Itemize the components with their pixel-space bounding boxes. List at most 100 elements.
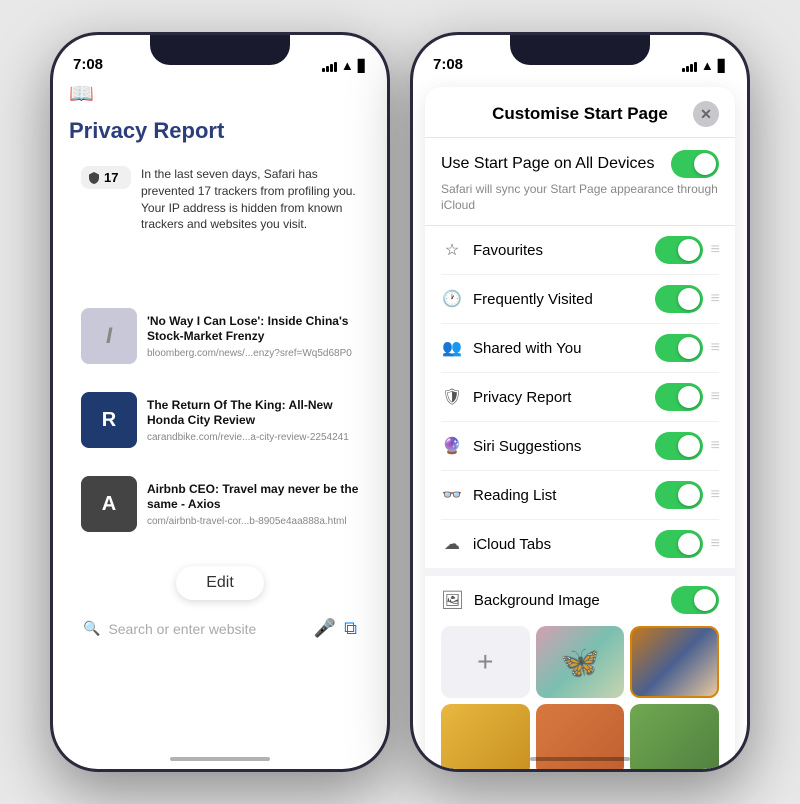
- drag-handle-reading: ≡: [711, 486, 719, 504]
- icloud-controls: ≡: [655, 530, 719, 558]
- wifi-icon: ▲: [341, 58, 354, 73]
- reading-list-label: Reading List: [473, 487, 645, 504]
- shared-label: Shared with You: [473, 340, 645, 357]
- customize-panel: Customise Start Page ✕ Use Start Page on…: [425, 87, 735, 769]
- sync-toggle[interactable]: [671, 150, 719, 178]
- reading-title-2: The Return Of The King: All-New Honda Ci…: [147, 398, 359, 429]
- drag-handle-privacy: ≡: [711, 388, 719, 406]
- sync-description: Safari will sync your Start Page appeara…: [441, 182, 719, 213]
- status-time-right: 7:08: [433, 56, 463, 73]
- left-screen: 7:08 ▲ ▊ 📖 Privacy Report: [53, 35, 387, 769]
- reading-toggle[interactable]: [655, 481, 703, 509]
- left-phone: 7:08 ▲ ▊ 📖 Privacy Report: [50, 32, 390, 772]
- siri-label: Siri Suggestions: [473, 438, 645, 455]
- reading-info-1: 'No Way I Can Lose': Inside China's Stoc…: [147, 314, 359, 359]
- drag-handle-icloud: ≡: [711, 535, 719, 553]
- sync-toggle-row: Use Start Page on All Devices: [441, 150, 719, 178]
- book-icon-container: 📖: [53, 79, 387, 110]
- privacy-label: Privacy Report: [473, 389, 645, 406]
- image-grid: +: [441, 626, 719, 769]
- home-indicator-right: [530, 757, 630, 761]
- face-image-cell[interactable]: [630, 626, 719, 698]
- shared-toggle[interactable]: [655, 334, 703, 362]
- privacy-toggle[interactable]: [655, 383, 703, 411]
- book-icon: 📖: [69, 83, 94, 105]
- edit-btn-container: Edit: [53, 566, 387, 600]
- reading-url-2: carandbike.com/revie...a-city-review-225…: [147, 432, 359, 443]
- frequently-label: Frequently Visited: [473, 291, 645, 308]
- privacy-report-section: Privacy Report 17 In the last seven days…: [53, 110, 387, 257]
- right-phone: 7:08 ▲ ▊ Customise Start Page ✕: [410, 32, 750, 772]
- home-indicator-left: [170, 757, 270, 761]
- privacy-report-title: Privacy Report: [69, 118, 371, 144]
- shared-controls: ≡: [655, 334, 719, 362]
- reading-list-section: Reading List Show All › I 'No Way I Can …: [53, 257, 387, 558]
- background-image-section: 🖼 Background Image +: [425, 568, 735, 769]
- background-image-toggle[interactable]: [671, 586, 719, 614]
- notch: [150, 35, 290, 65]
- star-icon: ☆: [441, 240, 463, 260]
- reading-card-1[interactable]: I 'No Way I Can Lose': Inside China's St…: [69, 298, 371, 374]
- settings-item-privacy: 🛡 Privacy Report ≡: [441, 373, 719, 422]
- yellow-image-cell[interactable]: [441, 704, 530, 769]
- privacy-description: In the last seven days, Safari has preve…: [141, 166, 359, 233]
- reading-card-3[interactable]: A Airbnb CEO: Travel may never be the sa…: [69, 466, 371, 542]
- settings-list: ☆ Favourites ≡ 🕐 Frequently Visited ≡: [425, 226, 735, 568]
- reading-list-header: Reading List Show All ›: [69, 265, 371, 288]
- mic-icon[interactable]: 🎤: [314, 618, 336, 639]
- image-icon: 🖼: [441, 590, 464, 611]
- reading-url-1: bloomberg.com/news/...enzy?sref=Wq5d68P0: [147, 348, 359, 359]
- favourites-controls: ≡: [655, 236, 719, 264]
- settings-item-icloud: ☁ iCloud Tabs ≡: [441, 520, 719, 568]
- reading-icon: 👓: [441, 485, 463, 505]
- settings-item-reading: 👓 Reading List ≡: [441, 471, 719, 520]
- status-time-left: 7:08: [73, 56, 103, 73]
- settings-item-frequently: 🕐 Frequently Visited ≡: [441, 275, 719, 324]
- reading-card-2[interactable]: R The Return Of The King: All-New Honda …: [69, 382, 371, 458]
- settings-item-shared: 👥 Shared with You ≡: [441, 324, 719, 373]
- reading-thumb-2: R: [81, 392, 137, 448]
- edit-button[interactable]: Edit: [176, 566, 264, 600]
- add-icon: +: [477, 646, 493, 678]
- icloud-label: iCloud Tabs: [473, 536, 645, 553]
- status-icons-right: ▲ ▊: [682, 58, 727, 73]
- reading-thumb-3: A: [81, 476, 137, 532]
- drag-handle-shared: ≡: [711, 339, 719, 357]
- privacy-controls: ≡: [655, 383, 719, 411]
- add-image-cell[interactable]: +: [441, 626, 530, 698]
- sync-label: Use Start Page on All Devices: [441, 155, 654, 173]
- clock-icon: 🕐: [441, 289, 463, 309]
- sync-row: Use Start Page on All Devices Safari wil…: [425, 138, 735, 226]
- search-bar[interactable]: 🔍 Search or enter website 🎤 ⧉: [69, 608, 371, 649]
- reading-thumb-1: I: [81, 308, 137, 364]
- siri-controls: ≡: [655, 432, 719, 460]
- settings-item-favourites: ☆ Favourites ≡: [441, 226, 719, 275]
- customize-title: Customise Start Page: [467, 104, 693, 124]
- bg-image-left: 🖼 Background Image: [441, 590, 600, 611]
- notch-right: [510, 35, 650, 65]
- shield-small-icon: [87, 171, 101, 185]
- icloud-toggle[interactable]: [655, 530, 703, 558]
- siri-toggle[interactable]: [655, 432, 703, 460]
- background-image-label: Background Image: [474, 592, 600, 609]
- wifi-right-icon: ▲: [701, 58, 714, 73]
- drag-handle-favourites: ≡: [711, 241, 719, 259]
- right-screen: 7:08 ▲ ▊ Customise Start Page ✕: [413, 35, 747, 769]
- search-placeholder: Search or enter website: [108, 621, 305, 637]
- reading-info-3: Airbnb CEO: Travel may never be the same…: [147, 482, 359, 527]
- battery-icon: ▊: [358, 59, 367, 73]
- show-all-button[interactable]: Show All ›: [311, 269, 371, 285]
- reading-info-2: The Return Of The King: All-New Honda Ci…: [147, 398, 359, 443]
- tracker-badge: 17: [81, 166, 131, 189]
- close-button[interactable]: ✕: [693, 101, 719, 127]
- drag-handle-frequently: ≡: [711, 290, 719, 308]
- people-icon: 👥: [441, 338, 463, 358]
- favourites-toggle[interactable]: [655, 236, 703, 264]
- butterfly-image-cell[interactable]: [536, 626, 625, 698]
- privacy-icon: 🛡: [441, 387, 463, 407]
- tab-icon[interactable]: ⧉: [344, 618, 357, 639]
- frequently-toggle[interactable]: [655, 285, 703, 313]
- reading-url-3: com/airbnb-travel-cor...b-8905e4aa888a.h…: [147, 516, 359, 527]
- favourites-label: Favourites: [473, 242, 645, 259]
- green-image-cell[interactable]: [630, 704, 719, 769]
